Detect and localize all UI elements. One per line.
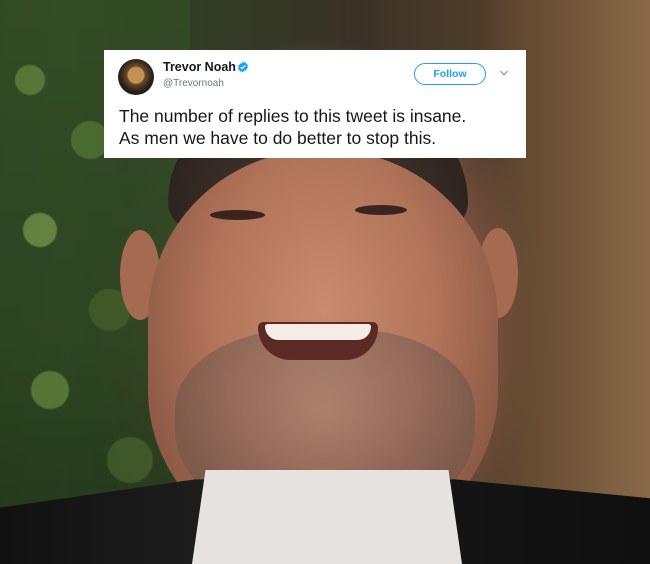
verified-badge-icon [238,61,248,73]
tweet-text: The number of replies to this tweet is i… [119,105,519,149]
chevron-down-icon[interactable] [499,68,509,78]
user-handle[interactable]: @Trevornoah [163,78,224,89]
follow-button[interactable]: Follow [414,63,486,85]
teeth [265,324,371,340]
tweet-text-line: As men we have to do better to stop this… [119,128,437,148]
tweet-card: Trevor Noah @Trevornoah Follow The numbe… [104,50,526,158]
left-eye [210,210,265,220]
tweet-text-line: The number of replies to this tweet is i… [119,106,467,126]
shirt-collar [192,470,462,564]
right-eye [355,205,407,215]
display-name[interactable]: Trevor Noah [163,60,236,74]
avatar[interactable] [118,59,154,95]
